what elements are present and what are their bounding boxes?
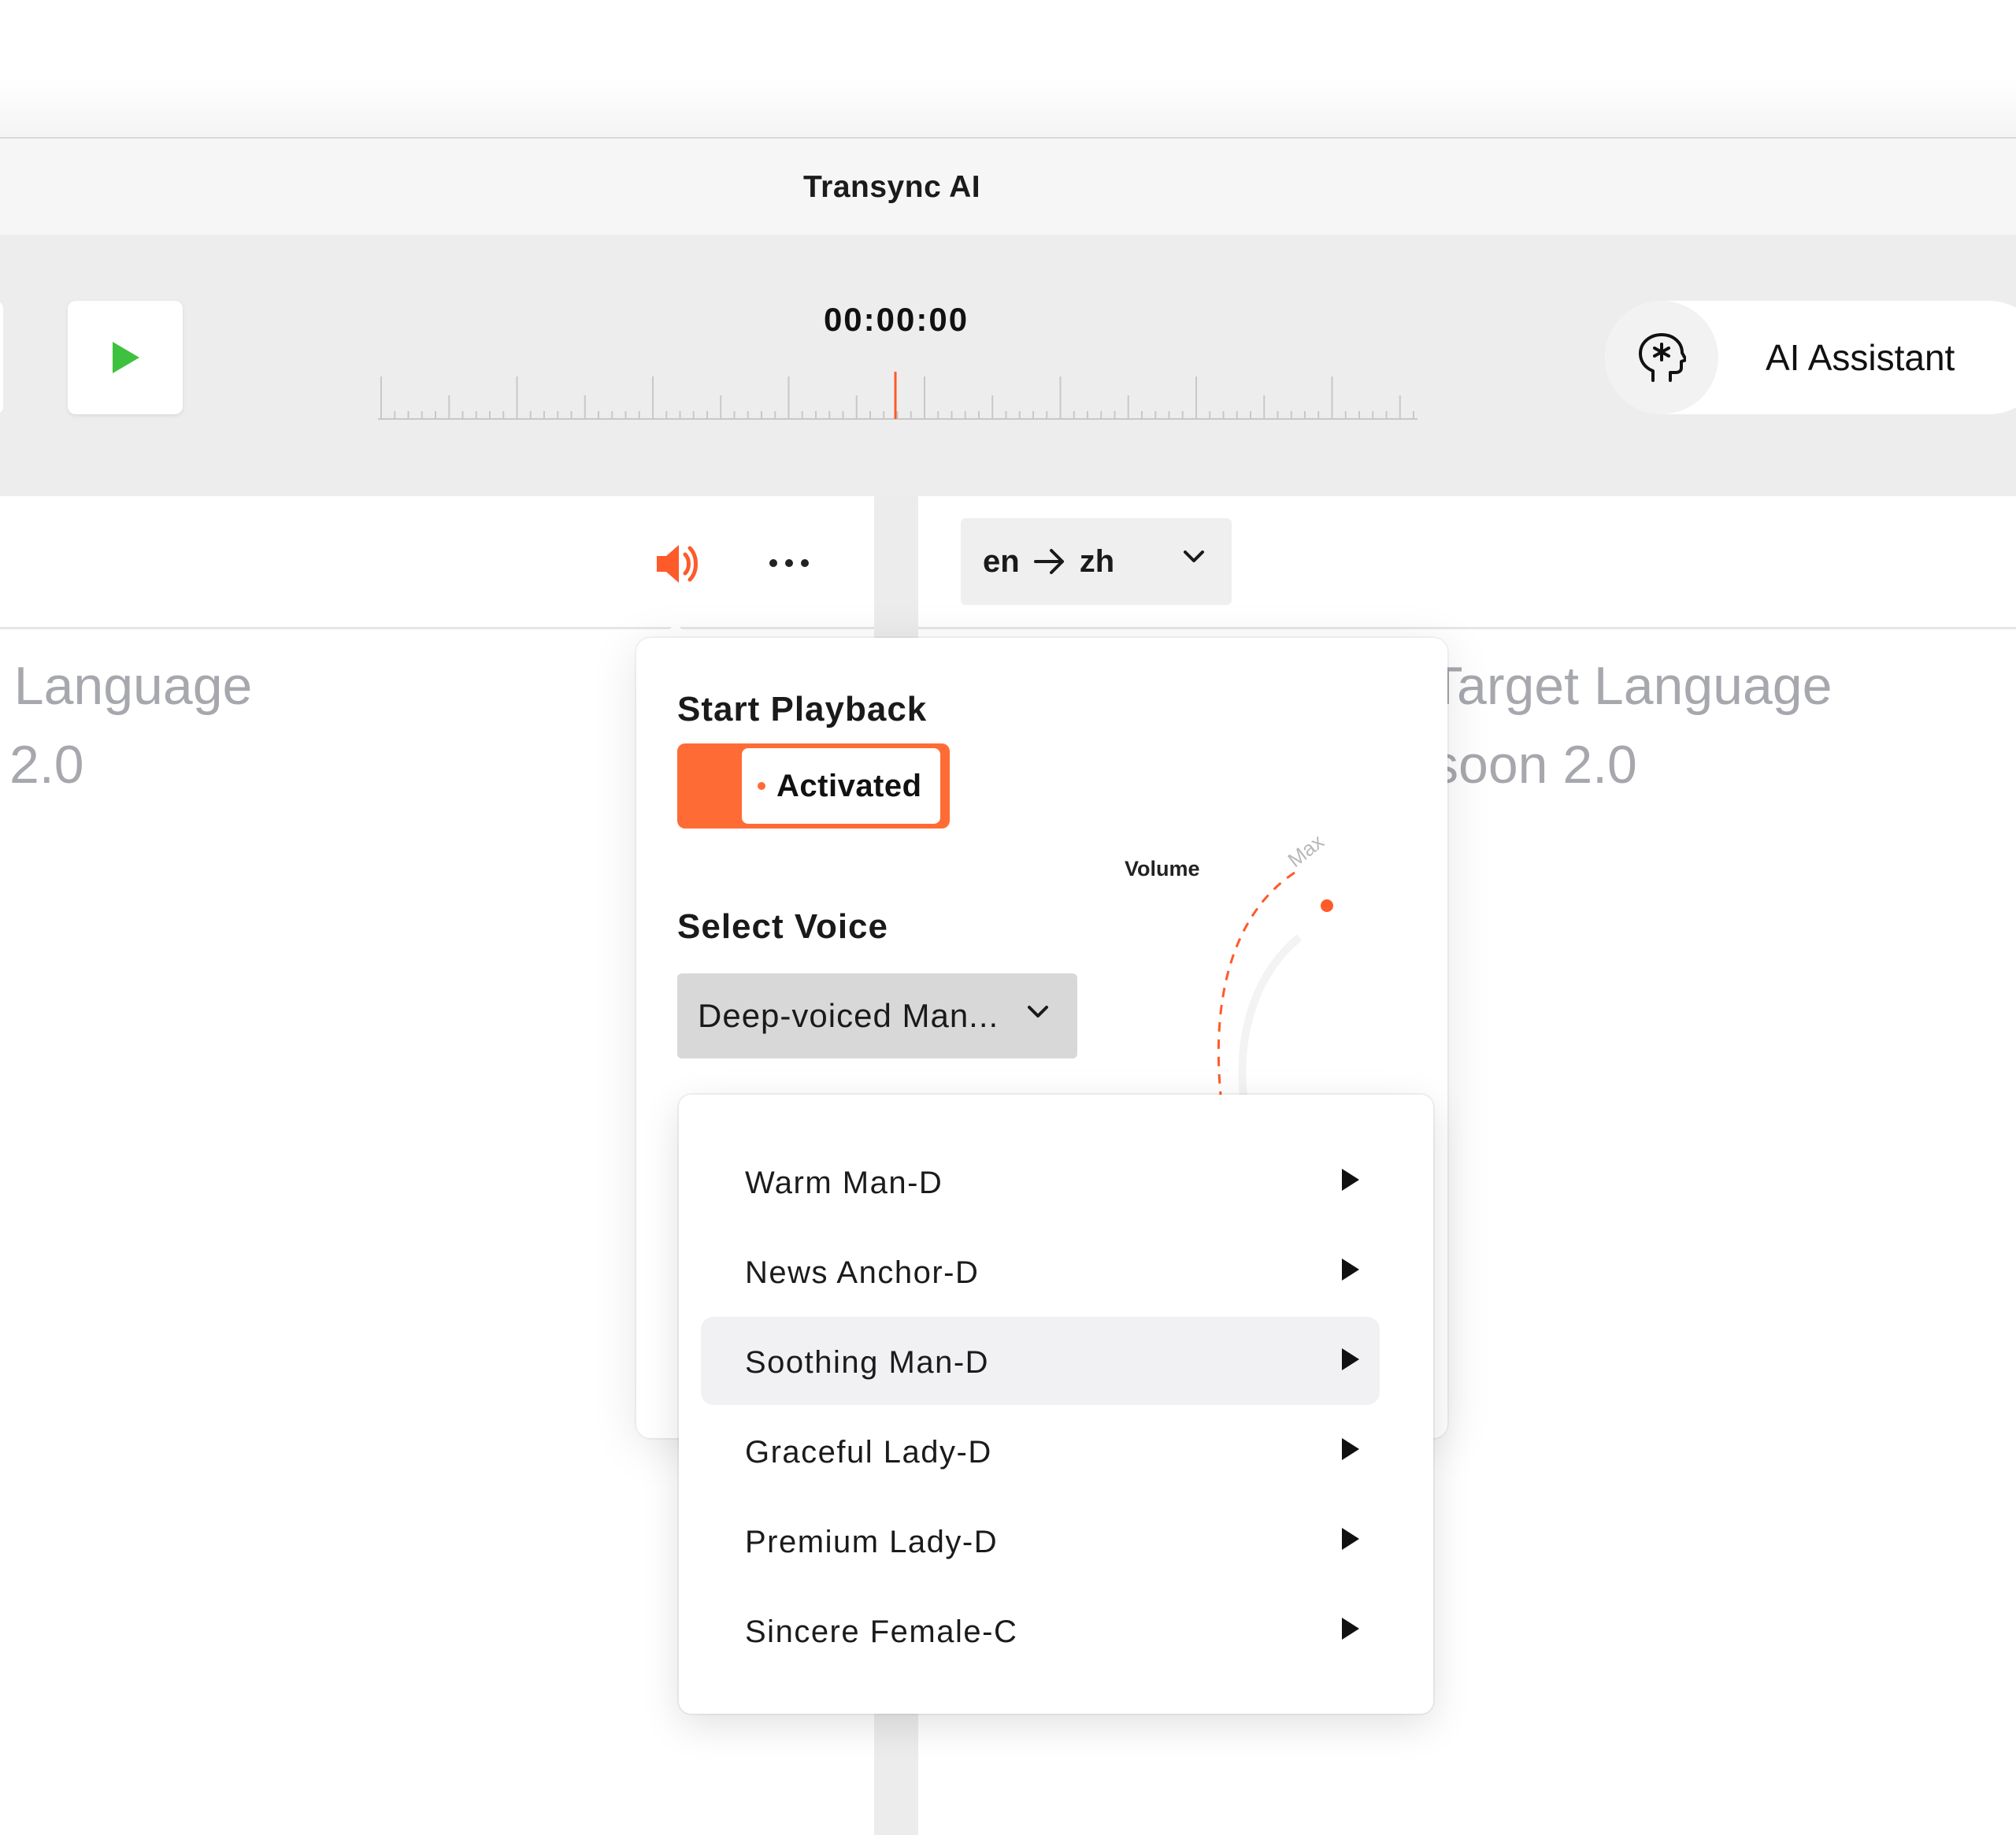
source-panel-divider xyxy=(0,627,874,629)
voice-option-label: Sincere Female-C xyxy=(745,1614,1018,1649)
more-options-icon[interactable] xyxy=(767,551,811,575)
start-playback-toggle[interactable]: Activated xyxy=(677,743,950,829)
voice-option[interactable]: Warm Man-D xyxy=(701,1137,1380,1225)
chevron-down-icon xyxy=(1184,550,1204,562)
play-button[interactable] xyxy=(68,301,183,414)
title-bar xyxy=(0,137,2016,236)
preview-play-icon[interactable] xyxy=(1342,1618,1359,1640)
voice-option-label: News Anchor-D xyxy=(745,1255,980,1290)
voice-dropdown-menu: Warm Man-D News Anchor-D Soothing Man-D Gra… xyxy=(679,1095,1433,1714)
toggle-state-label: Activated xyxy=(776,768,922,803)
speaker-icon[interactable] xyxy=(654,539,704,589)
play-icon xyxy=(113,342,139,373)
ai-head-icon xyxy=(1639,333,1686,382)
volume-knob xyxy=(1321,899,1333,912)
voice-option-label: Graceful Lady-D xyxy=(745,1435,992,1470)
preview-play-icon[interactable] xyxy=(1342,1528,1359,1550)
start-playback-label: Start Playback xyxy=(677,690,928,728)
voice-option[interactable]: Soothing Man-D xyxy=(701,1317,1380,1405)
select-voice-label: Select Voice xyxy=(677,907,888,946)
app-title: Transync AI xyxy=(803,170,981,204)
voice-option[interactable]: Graceful Lady-D xyxy=(701,1407,1380,1495)
source-language-code: en xyxy=(983,543,1020,579)
selected-voice: Deep-voiced Man... xyxy=(698,997,999,1034)
voice-select[interactable]: Deep-voiced Man... xyxy=(677,973,1077,1058)
preview-play-icon[interactable] xyxy=(1342,1438,1359,1460)
previous-button[interactable] xyxy=(0,301,3,414)
arrow-right-icon xyxy=(1033,549,1064,574)
ai-assistant-icon-wrap xyxy=(1605,301,1718,414)
timer-display: 00:00:00 xyxy=(823,301,969,338)
toggle-knob: Activated xyxy=(742,748,940,824)
chevron-down-icon xyxy=(1028,1006,1048,1018)
target-placeholder-line2: soon 2.0 xyxy=(1432,735,1637,795)
partially-hidden-item xyxy=(745,1681,1399,1689)
source-placeholder-line1: t Language xyxy=(0,656,253,716)
target-placeholder-line1: Target Language xyxy=(1430,656,1833,716)
voice-option[interactable]: Premium Lady-D xyxy=(701,1496,1380,1585)
volume-max-label: Max xyxy=(1283,829,1328,872)
popover-caret xyxy=(658,624,693,639)
voice-option-label: Premium Lady-D xyxy=(745,1525,999,1559)
voice-option[interactable]: News Anchor-D xyxy=(701,1227,1380,1315)
voice-option-label: Soothing Man-D xyxy=(745,1345,990,1380)
volume-dial[interactable]: Max xyxy=(1181,819,1354,1103)
preview-play-icon[interactable] xyxy=(1342,1259,1359,1281)
timeline-ruler[interactable] xyxy=(378,370,1418,421)
voice-option[interactable]: Sincere Female-C xyxy=(701,1586,1380,1674)
window-backdrop xyxy=(0,0,2016,137)
preview-play-icon[interactable] xyxy=(1342,1169,1359,1191)
voice-option-label: Warm Man-D xyxy=(745,1166,943,1200)
status-dot xyxy=(758,782,765,790)
preview-play-icon[interactable] xyxy=(1342,1348,1359,1370)
target-panel-divider xyxy=(918,627,2016,629)
language-pair-select[interactable]: en zh xyxy=(961,518,1232,605)
ai-assistant-label: AI Assistant xyxy=(1766,337,1955,378)
target-language-code: zh xyxy=(1079,543,1115,579)
ai-assistant-button[interactable]: AI Assistant xyxy=(1605,301,2016,414)
source-placeholder-line2: 2.0 xyxy=(9,735,84,795)
